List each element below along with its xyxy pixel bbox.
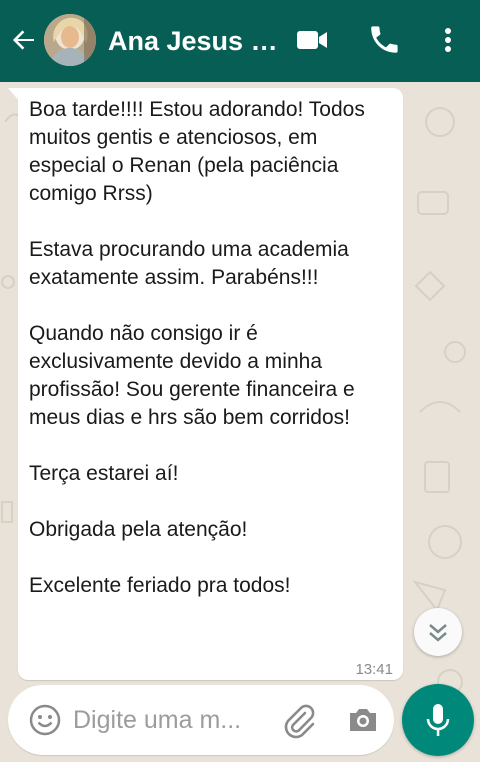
message-input-bar[interactable]: Digite uma m... (8, 685, 394, 755)
phone-icon[interactable] (366, 22, 402, 58)
back-arrow-icon[interactable] (8, 24, 40, 56)
emoji-icon[interactable] (28, 703, 62, 737)
more-options-icon[interactable] (430, 22, 466, 58)
microphone-icon (426, 704, 450, 736)
message-text: Boa tarde!!!! Estou adorando! Todos muit… (29, 98, 365, 597)
chevron-double-down-icon (429, 624, 447, 642)
contact-name[interactable]: Ana Jesus S... (108, 25, 283, 57)
video-call-icon[interactable] (294, 22, 330, 58)
message-input-placeholder[interactable]: Digite uma m... (73, 705, 263, 735)
voice-message-button[interactable] (402, 684, 474, 756)
scroll-to-bottom-button[interactable] (414, 608, 462, 656)
chat-header: Ana Jesus S... (0, 0, 480, 82)
avatar[interactable] (44, 14, 96, 66)
paperclip-icon[interactable] (280, 701, 316, 739)
message-bubble[interactable]: Boa tarde!!!! Estou adorando! Todos muit… (18, 88, 403, 680)
camera-icon[interactable] (346, 703, 380, 737)
chat-area[interactable]: Boa tarde!!!! Estou adorando! Todos muit… (0, 82, 480, 762)
message-time: 13:41 (355, 661, 393, 678)
